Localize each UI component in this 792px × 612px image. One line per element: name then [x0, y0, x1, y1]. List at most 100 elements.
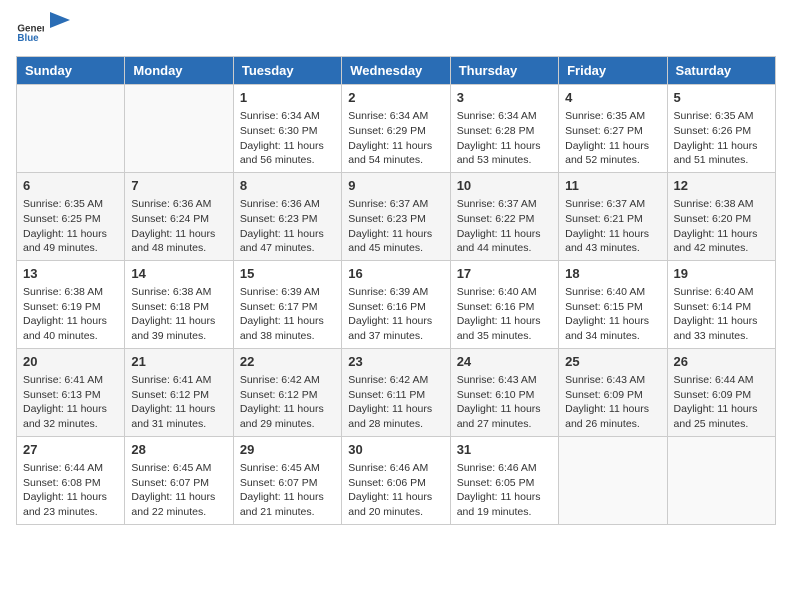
- sunset-text: Sunset: 6:20 PM: [674, 212, 769, 227]
- sunrise-text: Sunrise: 6:36 AM: [240, 197, 335, 212]
- calendar-cell: 16Sunrise: 6:39 AMSunset: 6:16 PMDayligh…: [342, 260, 450, 348]
- day-number: 20: [23, 353, 118, 371]
- calendar-table: SundayMondayTuesdayWednesdayThursdayFrid…: [16, 56, 776, 525]
- sunset-text: Sunset: 6:05 PM: [457, 476, 552, 491]
- day-number: 14: [131, 265, 226, 283]
- daylight-text: Daylight: 11 hours and 39 minutes.: [131, 314, 226, 343]
- daylight-text: Daylight: 11 hours and 49 minutes.: [23, 227, 118, 256]
- daylight-text: Daylight: 11 hours and 29 minutes.: [240, 402, 335, 431]
- calendar-cell: 6Sunrise: 6:35 AMSunset: 6:25 PMDaylight…: [17, 172, 125, 260]
- calendar-cell: 29Sunrise: 6:45 AMSunset: 6:07 PMDayligh…: [233, 436, 341, 524]
- sunrise-text: Sunrise: 6:38 AM: [674, 197, 769, 212]
- day-header-wednesday: Wednesday: [342, 57, 450, 85]
- day-number: 10: [457, 177, 552, 195]
- sunset-text: Sunset: 6:27 PM: [565, 124, 660, 139]
- calendar-cell: 14Sunrise: 6:38 AMSunset: 6:18 PMDayligh…: [125, 260, 233, 348]
- calendar-week-row: 6Sunrise: 6:35 AMSunset: 6:25 PMDaylight…: [17, 172, 776, 260]
- day-number: 11: [565, 177, 660, 195]
- day-number: 19: [674, 265, 769, 283]
- sunrise-text: Sunrise: 6:35 AM: [565, 109, 660, 124]
- day-number: 17: [457, 265, 552, 283]
- calendar-week-row: 13Sunrise: 6:38 AMSunset: 6:19 PMDayligh…: [17, 260, 776, 348]
- sunset-text: Sunset: 6:13 PM: [23, 388, 118, 403]
- calendar-cell: 30Sunrise: 6:46 AMSunset: 6:06 PMDayligh…: [342, 436, 450, 524]
- sunset-text: Sunset: 6:23 PM: [240, 212, 335, 227]
- calendar-cell: [559, 436, 667, 524]
- sunrise-text: Sunrise: 6:41 AM: [131, 373, 226, 388]
- daylight-text: Daylight: 11 hours and 34 minutes.: [565, 314, 660, 343]
- logo-flag-icon: [50, 12, 70, 42]
- daylight-text: Daylight: 11 hours and 44 minutes.: [457, 227, 552, 256]
- calendar-cell: 2Sunrise: 6:34 AMSunset: 6:29 PMDaylight…: [342, 85, 450, 173]
- daylight-text: Daylight: 11 hours and 37 minutes.: [348, 314, 443, 343]
- daylight-text: Daylight: 11 hours and 56 minutes.: [240, 139, 335, 168]
- sunrise-text: Sunrise: 6:39 AM: [348, 285, 443, 300]
- day-number: 25: [565, 353, 660, 371]
- sunset-text: Sunset: 6:25 PM: [23, 212, 118, 227]
- sunrise-text: Sunrise: 6:44 AM: [674, 373, 769, 388]
- sunset-text: Sunset: 6:06 PM: [348, 476, 443, 491]
- day-number: 5: [674, 89, 769, 107]
- sunrise-text: Sunrise: 6:35 AM: [23, 197, 118, 212]
- sunset-text: Sunset: 6:07 PM: [131, 476, 226, 491]
- day-number: 12: [674, 177, 769, 195]
- sunrise-text: Sunrise: 6:41 AM: [23, 373, 118, 388]
- day-header-friday: Friday: [559, 57, 667, 85]
- sunset-text: Sunset: 6:22 PM: [457, 212, 552, 227]
- calendar-cell: 20 Sunrise: 6:41 AMSunset: 6:13 PMDayligh…: [17, 348, 125, 436]
- day-number: 4: [565, 89, 660, 107]
- sunset-text: Sunset: 6:07 PM: [240, 476, 335, 491]
- calendar-cell: 3Sunrise: 6:34 AMSunset: 6:28 PMDaylight…: [450, 85, 558, 173]
- sunset-text: Sunset: 6:28 PM: [457, 124, 552, 139]
- sunset-text: Sunset: 6:18 PM: [131, 300, 226, 315]
- daylight-text: Daylight: 11 hours and 21 minutes.: [240, 490, 335, 519]
- calendar-cell: 1Sunrise: 6:34 AMSunset: 6:30 PMDaylight…: [233, 85, 341, 173]
- sunset-text: Sunset: 6:21 PM: [565, 212, 660, 227]
- day-header-sunday: Sunday: [17, 57, 125, 85]
- calendar-week-row: 20Sunrise: 6:41 AMSunset: 6:13 PMDayligh…: [17, 348, 776, 436]
- calendar-cell: 4Sunrise: 6:35 AMSunset: 6:27 PMDaylight…: [559, 85, 667, 173]
- calendar-cell: 22Sunrise: 6:42 AMSunset: 6:12 PMDayligh…: [233, 348, 341, 436]
- day-number: 30: [348, 441, 443, 459]
- day-number: 15: [240, 265, 335, 283]
- sunset-text: Sunset: 6:23 PM: [348, 212, 443, 227]
- sunset-text: Sunset: 6:26 PM: [674, 124, 769, 139]
- svg-text:Blue: Blue: [17, 33, 39, 44]
- sunrise-text: Sunrise: 6:34 AM: [457, 109, 552, 124]
- daylight-text: Daylight: 11 hours and 26 minutes.: [565, 402, 660, 431]
- sunrise-text: Sunrise: 6:46 AM: [348, 461, 443, 476]
- daylight-text: Daylight: 11 hours and 48 minutes.: [131, 227, 226, 256]
- calendar-header-row: SundayMondayTuesdayWednesdayThursdayFrid…: [17, 57, 776, 85]
- day-header-thursday: Thursday: [450, 57, 558, 85]
- sunrise-text: Sunrise: 6:43 AM: [565, 373, 660, 388]
- sunrise-text: Sunrise: 6:36 AM: [131, 197, 226, 212]
- sunrise-text: Sunrise: 6:42 AM: [240, 373, 335, 388]
- calendar-cell: 13Sunrise: 6:38 AMSunset: 6:19 PMDayligh…: [17, 260, 125, 348]
- calendar-cell: 25 Sunrise: 6:43 AMSunset: 6:09 PMDayligh…: [559, 348, 667, 436]
- calendar-cell: 15Sunrise: 6:39 AMSunset: 6:17 PMDayligh…: [233, 260, 341, 348]
- day-number: 26: [674, 353, 769, 371]
- sunrise-text: Sunrise: 6:38 AM: [23, 285, 118, 300]
- day-number: 8: [240, 177, 335, 195]
- day-number: 1: [240, 89, 335, 107]
- calendar-cell: 31Sunrise: 6:46 AMSunset: 6:05 PMDayligh…: [450, 436, 558, 524]
- sunset-text: Sunset: 6:09 PM: [565, 388, 660, 403]
- day-number: 16: [348, 265, 443, 283]
- calendar-cell: 7Sunrise: 6:36 AMSunset: 6:24 PMDaylight…: [125, 172, 233, 260]
- calendar-week-row: 27Sunrise: 6:44 AMSunset: 6:08 PMDayligh…: [17, 436, 776, 524]
- daylight-text: Daylight: 11 hours and 51 minutes.: [674, 139, 769, 168]
- sunset-text: Sunset: 6:16 PM: [457, 300, 552, 315]
- daylight-text: Daylight: 11 hours and 40 minutes.: [23, 314, 118, 343]
- calendar-week-row: 1Sunrise: 6:34 AMSunset: 6:30 PMDaylight…: [17, 85, 776, 173]
- sunrise-text: Sunrise: 6:34 AM: [348, 109, 443, 124]
- daylight-text: Daylight: 11 hours and 31 minutes.: [131, 402, 226, 431]
- daylight-text: Daylight: 11 hours and 32 minutes.: [23, 402, 118, 431]
- day-header-monday: Monday: [125, 57, 233, 85]
- sunrise-text: Sunrise: 6:40 AM: [457, 285, 552, 300]
- day-number: 3: [457, 89, 552, 107]
- calendar-cell: 18Sunrise: 6:40 AMSunset: 6:15 PMDayligh…: [559, 260, 667, 348]
- day-number: 28: [131, 441, 226, 459]
- calendar-cell: 12Sunrise: 6:38 AMSunset: 6:20 PMDayligh…: [667, 172, 775, 260]
- day-number: 27: [23, 441, 118, 459]
- calendar-cell: 23Sunrise: 6:42 AMSunset: 6:11 PMDayligh…: [342, 348, 450, 436]
